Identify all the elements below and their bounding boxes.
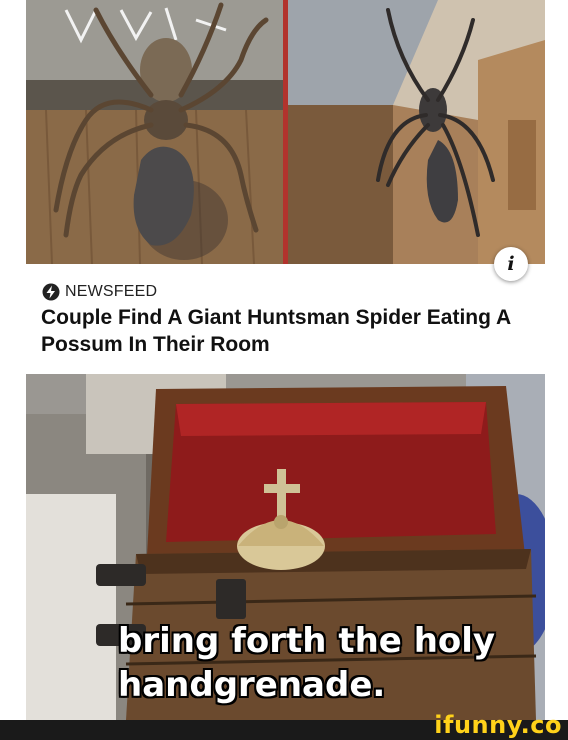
article-headline[interactable]: Couple Find A Giant Huntsman Spider Eati… (41, 304, 541, 358)
article-image[interactable] (26, 0, 545, 264)
spider-photo-right (288, 0, 545, 264)
footer-bar: ifunny.co (0, 711, 568, 740)
ifunny-watermark: ifunny.co (434, 711, 562, 739)
info-button[interactable]: i (494, 247, 528, 281)
meme-image: bring forth the holy handgrenade. (26, 374, 545, 720)
meme-caption-line-1: bring forth the holy (118, 621, 496, 661)
meme-caption-line-2: handgrenade. (118, 665, 386, 705)
source-row[interactable]: NEWSFEED (42, 282, 157, 302)
lightning-bolt-icon (42, 283, 60, 301)
source-label: NEWSFEED (65, 283, 158, 300)
spider-photo-left (26, 0, 283, 264)
meme-caption: bring forth the holy handgrenade. (118, 619, 538, 707)
